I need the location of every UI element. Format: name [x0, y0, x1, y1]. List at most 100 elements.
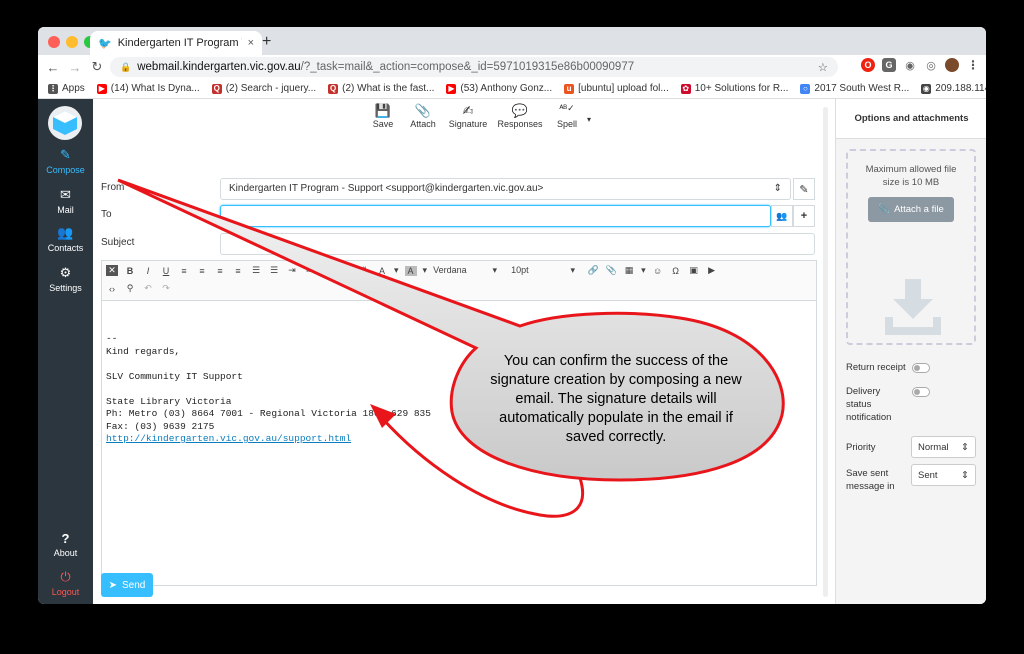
opera-extension-icon[interactable]: O	[861, 58, 875, 72]
camera-extension-icon[interactable]: ◉	[903, 58, 917, 72]
nav-compose[interactable]: ✎ Compose	[38, 147, 93, 175]
underline-icon[interactable]: U	[160, 266, 172, 276]
outdent-icon[interactable]: ⇤	[304, 265, 316, 276]
browser-tab[interactable]: 🐦 Kindergarten IT Program Webmail ×	[90, 31, 262, 55]
g-extension-icon[interactable]: G	[882, 58, 896, 72]
browser-menu-icon[interactable]: ⋮	[966, 58, 980, 72]
find-replace-icon[interactable]: ⚲	[124, 283, 136, 294]
back-icon[interactable]: ←	[42, 60, 64, 75]
browser-window: 🐦 Kindergarten IT Program Webmail × + ← …	[38, 27, 986, 604]
profile-avatar[interactable]	[945, 58, 959, 72]
forward-icon[interactable]: →	[64, 60, 86, 75]
nav-mail-label: Mail	[57, 205, 74, 215]
add-contact-button[interactable]: 👥	[771, 205, 793, 227]
ltr-icon[interactable]: ¶	[322, 266, 334, 276]
signature-label: Signature	[448, 119, 488, 129]
attachment-icon[interactable]: 📎	[605, 265, 617, 276]
return-receipt-toggle[interactable]	[912, 363, 930, 373]
responses-button[interactable]: 💬 Responses	[493, 103, 547, 129]
media-icon[interactable]: ▶	[706, 265, 718, 276]
nav-about[interactable]: ? About	[38, 531, 93, 558]
bookmark-item[interactable]: Q (2) What is the fast...	[328, 83, 434, 94]
link-icon[interactable]: 🔗	[587, 265, 599, 276]
table-dropdown-icon[interactable]: ▾	[641, 265, 646, 276]
bookmark-item[interactable]: ▶ (53) Anthony Gonz...	[446, 83, 552, 94]
blockquote-icon[interactable]: ❝	[358, 265, 370, 276]
spell-dropdown-icon[interactable]: ▾	[587, 115, 591, 129]
signature-link[interactable]: http://kindergarten.vic.gov.au/support.h…	[106, 433, 351, 444]
bookmark-item[interactable]: ▶ (14) What Is Dyna...	[96, 83, 200, 94]
attachment-dropzone[interactable]: Maximum allowed file size is 10 MB 📎 Att…	[846, 149, 976, 345]
bookmark-item[interactable]: u [ubuntu] upload fol...	[564, 83, 669, 94]
browser-toolbar: ← → ↻ 🔒 webmail.kindergarten.vic.gov.au /…	[38, 55, 986, 79]
bullet-list-icon[interactable]: ☰	[250, 265, 262, 276]
compose-icon: ✎	[60, 147, 71, 162]
nav-logout[interactable]: ⏻ Logout	[38, 569, 93, 597]
editor-scrollbar[interactable]	[823, 107, 828, 597]
undo-icon[interactable]: ↶	[142, 283, 154, 294]
save-button[interactable]: 💾 Save	[363, 103, 403, 129]
priority-value: Normal	[918, 442, 949, 453]
background-color-icon[interactable]: A	[404, 265, 417, 276]
to-input[interactable]	[220, 205, 771, 227]
bookmark-favicon-icon: Q	[328, 83, 339, 94]
delivery-status-toggle[interactable]	[912, 387, 930, 397]
bookmark-item[interactable]: ✿ 10+ Solutions for R...	[680, 83, 788, 94]
bookmarks-bar: ⋮ Apps ▶ (14) What Is Dyna... Q (2) Search - …	[38, 79, 986, 99]
image-icon[interactable]: ▣	[688, 265, 700, 276]
delivery-status-label: Delivery status notification	[846, 386, 892, 423]
save-sent-select[interactable]: Sent ⇕	[911, 464, 976, 486]
align-justify-icon[interactable]: ≡	[232, 266, 244, 276]
minimize-window-dot[interactable]	[66, 36, 78, 48]
spell-button[interactable]: ᴬᴮ✓ Spell	[547, 103, 587, 129]
edit-identity-button[interactable]: ✎	[793, 178, 815, 200]
special-char-icon[interactable]: Ω	[670, 266, 682, 276]
font-family-select[interactable]: Verdana ▾	[433, 265, 497, 276]
send-button[interactable]: ➤ Send	[101, 573, 153, 597]
nav-contacts[interactable]: 👥 Contacts	[38, 225, 93, 253]
italic-icon[interactable]: I	[142, 266, 154, 276]
nav-mail[interactable]: ✉ Mail	[38, 187, 93, 215]
align-right-icon[interactable]: ≡	[214, 266, 226, 276]
align-center-icon[interactable]: ≡	[196, 266, 208, 276]
new-tab-button[interactable]: +	[262, 33, 271, 51]
rtl-icon[interactable]: ¶	[340, 266, 352, 276]
emoticon-icon[interactable]: ☺	[652, 266, 664, 276]
font-family-value: Verdana	[433, 265, 467, 275]
source-code-icon[interactable]: ‹›	[106, 284, 118, 294]
bookmark-star-icon[interactable]: ☆	[818, 60, 828, 74]
indent-icon[interactable]: ⇥	[286, 265, 298, 276]
numbered-list-icon[interactable]: ☰	[268, 265, 280, 276]
roundcube-logo	[48, 106, 82, 140]
table-icon[interactable]: ▦	[623, 265, 635, 276]
tab-close-icon[interactable]: ×	[248, 37, 254, 49]
bookmark-item[interactable]: ○ 2017 South West R...	[800, 83, 909, 94]
attach-button[interactable]: 📎 Attach	[403, 103, 443, 129]
signature-button[interactable]: ✍ Signature	[443, 103, 493, 129]
priority-select[interactable]: Normal ⇕	[911, 436, 976, 458]
address-bar[interactable]: 🔒 webmail.kindergarten.vic.gov.au/?_task…	[110, 57, 838, 77]
text-color-icon[interactable]: A	[376, 266, 388, 276]
add-header-button[interactable]: +	[793, 205, 815, 227]
from-select[interactable]: Kindergarten IT Program - Support <suppo…	[220, 178, 791, 200]
font-size-select[interactable]: 10pt ▾	[511, 265, 575, 276]
redo-icon[interactable]: ↷	[160, 283, 172, 294]
clear-format-icon[interactable]: ✕	[106, 265, 118, 276]
subject-input[interactable]	[220, 233, 815, 255]
nav-settings[interactable]: ⚙ Settings	[38, 265, 93, 293]
reload-icon[interactable]: ↻	[86, 59, 108, 75]
question-icon: ?	[61, 531, 70, 546]
attach-file-button[interactable]: 📎 Attach a file	[868, 197, 954, 222]
close-window-dot[interactable]	[48, 36, 60, 48]
text-color-dropdown-icon[interactable]: ▾	[394, 265, 399, 276]
bookmark-item[interactable]: ⋮ Apps	[48, 83, 85, 94]
bookmark-item[interactable]: ◉209.188.114.33/My...	[921, 83, 986, 94]
eye-extension-icon[interactable]: ◎	[924, 58, 938, 72]
align-left-icon[interactable]: ≡	[178, 266, 190, 276]
bg-color-dropdown-icon[interactable]: ▾	[423, 265, 428, 276]
priority-label: Priority	[846, 442, 876, 453]
bold-icon[interactable]: B	[124, 266, 136, 276]
bookmark-item[interactable]: Q (2) Search - jquery...	[211, 83, 316, 94]
bookmark-label: [ubuntu] upload fol...	[578, 83, 669, 94]
spellcheck-icon: ᴬᴮ✓	[559, 103, 575, 113]
